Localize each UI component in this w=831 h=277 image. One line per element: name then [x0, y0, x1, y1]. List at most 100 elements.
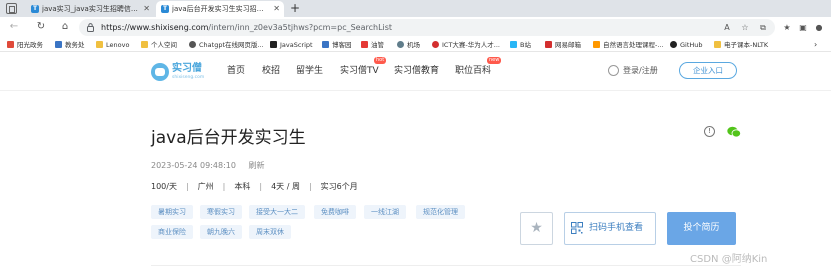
bookmark-item[interactable]: Lenovo	[96, 38, 129, 52]
bookmark-icon	[7, 41, 14, 48]
favorite-star-icon[interactable]: ☆	[739, 22, 751, 34]
wechat-share-icon[interactable]	[727, 126, 741, 138]
job-title: java后台开发实习生	[151, 128, 306, 148]
home-icon[interactable]: ⌂	[57, 19, 73, 35]
nav-education[interactable]: 实习僧教育	[394, 64, 439, 78]
nav-home[interactable]: 首页	[227, 64, 245, 78]
divider: |	[185, 182, 189, 191]
browser-tab-inactive[interactable]: T java实习_java实习生招聘信息 - 实 ✕	[26, 1, 154, 17]
apply-resume-button[interactable]: 投个简历	[667, 212, 736, 245]
youtube-icon	[361, 41, 368, 48]
enterprise-entry-button[interactable]: 企业入口	[679, 62, 737, 79]
job-tag: 朝九晚六	[200, 225, 242, 239]
site-logo[interactable]: 实习僧 shixiseng.com	[151, 63, 207, 83]
address-toolbar: ← ↻ ⌂ https://www.shixiseng.com/intern/i…	[0, 17, 831, 38]
new-badge: new	[487, 57, 502, 64]
github-icon	[670, 41, 677, 48]
shixiseng-favicon-icon: T	[31, 5, 39, 13]
nav-overseas[interactable]: 留学生	[296, 64, 323, 78]
bookmarks-bar: 阳光政务 教务处 Lenovo 个人空间 Chatgpt在线网页版... Jav…	[0, 38, 831, 52]
nlp-course-icon	[593, 41, 600, 48]
reload-icon[interactable]: ↻	[33, 19, 49, 35]
bilibili-icon	[510, 41, 517, 48]
bookmark-item[interactable]: 教务处	[55, 38, 85, 52]
tab-title: java后台开发实习生实习招聘-实习	[172, 5, 270, 13]
bookmark-item[interactable]: 阳光政务	[7, 38, 43, 52]
netease-mail-icon	[545, 41, 552, 48]
tab-title: java实习_java实习生招聘信息 - 实	[42, 5, 140, 13]
browser-tab-strip: T java实习_java实习生招聘信息 - 实 ✕ T java后台开发实习生…	[0, 0, 831, 17]
job-specs: 100/天 | 广州 | 本科 | 4天 / 周 | 实习6个月	[151, 182, 358, 192]
address-bar[interactable]: https://www.shixiseng.com/intern/inn_z0e…	[79, 19, 775, 36]
bookmarks-overflow-icon[interactable]: ›	[814, 38, 817, 52]
extensions-icon[interactable]: ⧉	[757, 22, 769, 34]
folder-icon	[96, 41, 103, 48]
nav-campus[interactable]: 校招	[262, 64, 280, 78]
logo-subtext: shixiseng.com	[172, 75, 205, 80]
watermark: CSDN @阿纳Kin	[690, 254, 768, 265]
favorite-button[interactable]: ★	[520, 212, 553, 245]
logo-mark-icon	[151, 63, 169, 81]
bookmark-item[interactable]: JavaScript	[270, 38, 313, 52]
report-info-icon[interactable]: !	[704, 126, 715, 137]
bookmark-item[interactable]: 油管	[361, 38, 384, 52]
bookmark-icon	[55, 41, 62, 48]
close-icon[interactable]: ✕	[143, 1, 150, 17]
star-icon: ★	[530, 220, 543, 236]
folder-icon	[714, 41, 721, 48]
cnblogs-icon	[322, 41, 329, 48]
read-aloud-icon[interactable]: A	[721, 22, 733, 34]
divider	[151, 265, 741, 266]
job-tag: 周末双休	[249, 225, 291, 239]
logo-text: 实习僧	[172, 63, 202, 74]
browser-tab-active[interactable]: T java后台开发实习生实习招聘-实习 ✕	[156, 1, 284, 17]
city: 广州	[197, 182, 214, 191]
job-tag: 免费咖啡	[314, 205, 356, 219]
tab-actions-icon[interactable]	[6, 3, 17, 14]
days-per-week: 4天 / 周	[271, 182, 300, 191]
bookmark-item[interactable]: 网易邮箱	[545, 38, 581, 52]
duration: 实习6个月	[320, 182, 358, 191]
bookmark-item[interactable]: 自然语言处理课程-...	[593, 38, 664, 52]
collections-icon[interactable]: ▣	[797, 22, 809, 34]
new-tab-button[interactable]: +	[290, 0, 300, 16]
job-tag: 暑期实习	[151, 205, 193, 219]
salary: 100/天	[151, 182, 177, 191]
scan-mobile-label: 扫码手机查看	[589, 223, 644, 233]
airport-icon	[397, 41, 404, 48]
close-icon[interactable]: ✕	[273, 1, 280, 17]
job-tag: 接受大一大二	[249, 205, 305, 219]
hot-badge: hot	[374, 57, 387, 64]
site-header: 实习僧 shixiseng.com 首页 校招 留学生 实习僧TV hot 实习…	[0, 53, 831, 91]
bookmark-item[interactable]: 博客园	[322, 38, 352, 52]
bookmark-item[interactable]: 个人空间	[141, 38, 177, 52]
job-tag: 规范化管理	[416, 205, 465, 219]
job-tag: 寒假实习	[200, 205, 242, 219]
bookmark-item[interactable]: ICT大赛-华为人才...	[432, 38, 500, 52]
scan-mobile-button[interactable]: 扫码手机查看	[564, 212, 656, 245]
job-tag: 一线江湖	[364, 205, 406, 219]
chatgpt-icon	[189, 41, 196, 48]
job-tag: 商业保险	[151, 225, 193, 239]
bookmark-item[interactable]: Chatgpt在线网页版...	[189, 38, 264, 52]
bookmark-item[interactable]: 电子课本-NLTK	[714, 38, 768, 52]
url-text: https://www.shixiseng.com/intern/inn_z0e…	[101, 23, 393, 32]
bookmark-item[interactable]: 机场	[397, 38, 420, 52]
nav-tv[interactable]: 实习僧TV	[340, 64, 379, 78]
back-arrow-icon[interactable]: ←	[6, 19, 22, 35]
lock-icon	[87, 23, 94, 32]
job-meta: 2023-05-24 09:48:10 刷新	[151, 161, 265, 171]
divider: |	[222, 182, 226, 191]
profile-icon[interactable]: ●	[813, 22, 825, 34]
bookmark-item[interactable]: B站	[510, 38, 531, 52]
publish-date: 2023-05-24 09:48:10	[151, 161, 236, 170]
huawei-icon	[432, 41, 439, 48]
favorites-icon[interactable]: ★	[781, 22, 793, 34]
divider: |	[259, 182, 263, 191]
shixiseng-favicon-icon: T	[161, 5, 169, 13]
login-link[interactable]: 登录/注册	[608, 65, 658, 77]
bookmark-item[interactable]: GitHub	[670, 38, 703, 52]
nav-wiki[interactable]: 职位百科	[455, 64, 491, 78]
user-icon	[608, 65, 619, 76]
divider: |	[308, 182, 312, 191]
